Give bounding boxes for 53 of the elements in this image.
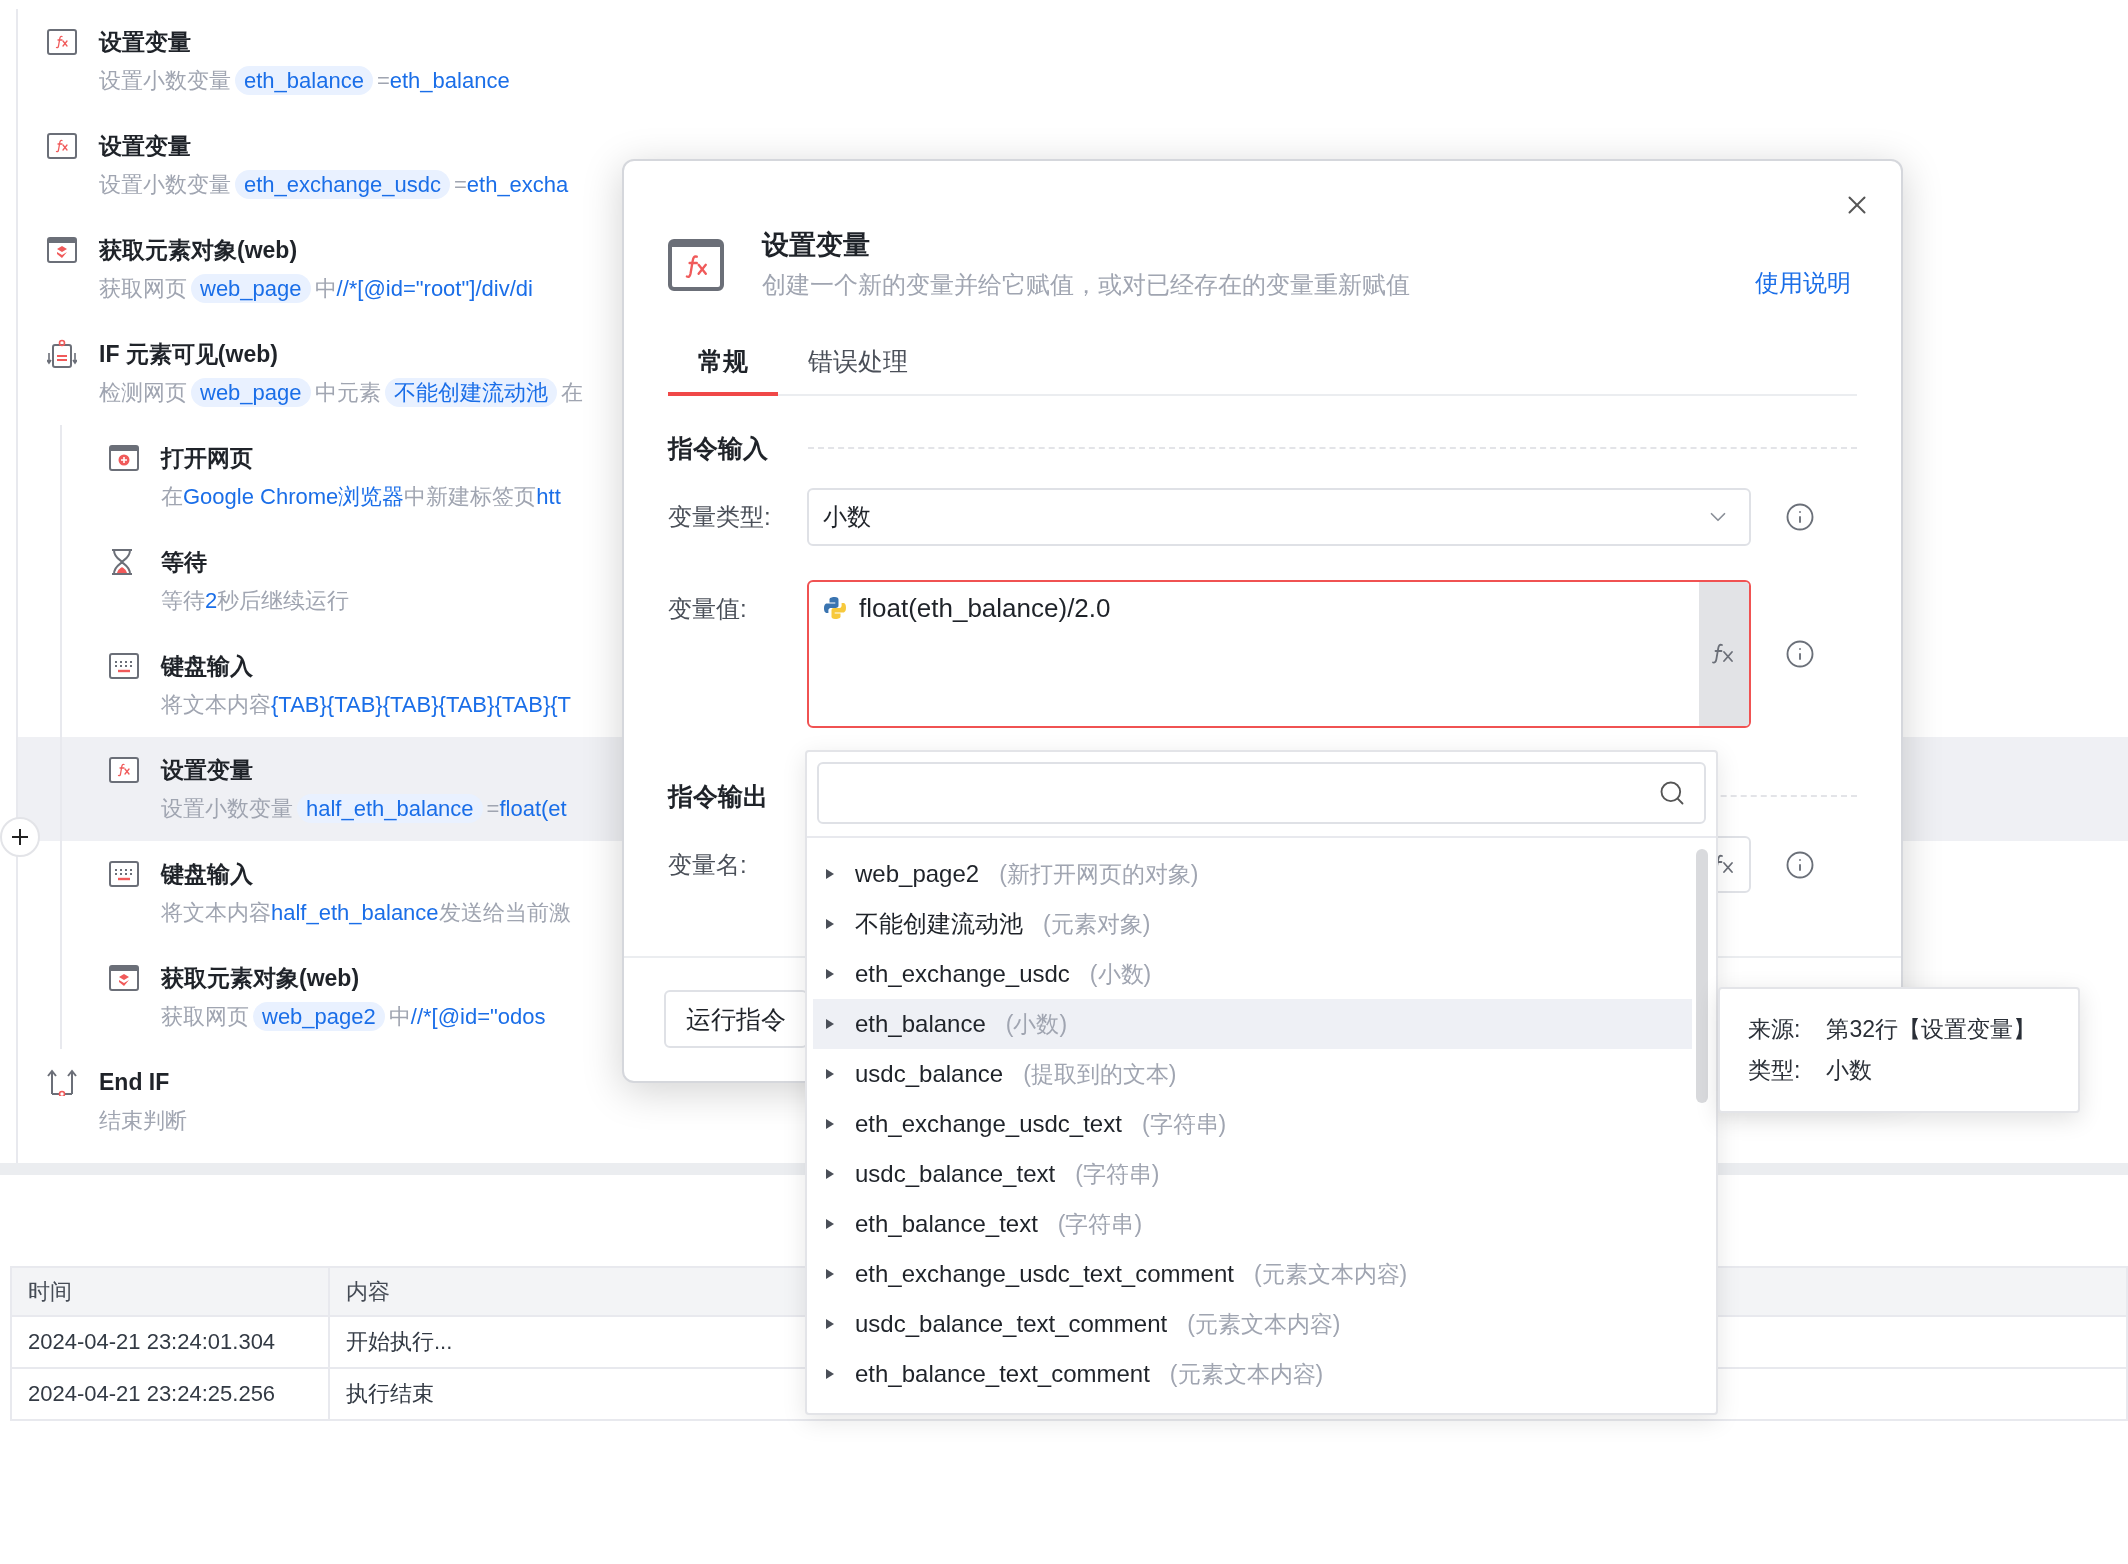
step-title: IF 元素可见(web) xyxy=(99,340,279,369)
step-description: 在Google Chrome浏览器中新建标签页htt xyxy=(161,483,561,511)
step-description: 获取网页 web_page 中//*[@id="root"]/div/di xyxy=(99,273,533,305)
variable-type: (新打开网页的对象) xyxy=(999,859,1199,889)
step-description: 设置小数变量 eth_exchange_usdc =eth_excha xyxy=(99,169,569,201)
tooltip-value: 第32行【设置变量】 xyxy=(1826,1015,2036,1044)
variable-name: usdc_balance_text xyxy=(855,1160,1056,1188)
step-description: 等待2秒后继续运行 xyxy=(161,587,350,615)
step-title: End IF xyxy=(99,1068,171,1097)
table-cell: 2024-04-21 23:24:01.304 xyxy=(12,1317,330,1369)
variable-name: eth_balance_text xyxy=(855,1210,1038,1238)
step-description: 将文本内容{TAB}{TAB}{TAB}{TAB}{TAB}{T xyxy=(161,691,572,719)
step-title: 设置变量 xyxy=(99,28,192,57)
variable-type: (字符串) xyxy=(1075,1159,1160,1189)
table-cell: 2024-04-21 23:24:25.256 xyxy=(12,1369,330,1421)
dialog-title: 设置变量 xyxy=(762,229,871,262)
step-description: 检测网页 web_page 中元素 不能创建流动池 在 xyxy=(99,377,583,409)
variable-type: (元素对象) xyxy=(1043,909,1151,939)
variable-type: (字符串) xyxy=(1141,1109,1227,1139)
step-title: 键盘输入 xyxy=(161,860,254,889)
tooltip-label: 类型: xyxy=(1748,1056,1801,1085)
step-title: 键盘输入 xyxy=(161,652,254,681)
variable-name: web_page2 xyxy=(855,860,980,888)
step-title: 设置变量 xyxy=(99,132,192,161)
tooltip-value: 小数 xyxy=(1826,1056,1874,1085)
dialog-subtitle: 创建一个新的变量并给它赋值，或对已经存在的变量重新赋值 xyxy=(762,270,1411,300)
step-description: 设置小数变量 eth_balance =eth_balance xyxy=(99,65,510,97)
variable-type: (小数) xyxy=(1005,1009,1068,1039)
step-description: 将文本内容half_eth_balance发送给当前激 xyxy=(161,899,571,927)
variable-name: eth_balance xyxy=(855,1010,986,1038)
variable-name: 不能创建流动池 xyxy=(855,909,1023,939)
step-title: 等待 xyxy=(161,548,208,577)
expression-text: float(eth_balance)/2.0 xyxy=(859,592,1111,624)
step-description: 设置小数变量 half_eth_balance =float(et xyxy=(161,793,567,825)
variable-name: eth_exchange_usdc xyxy=(855,960,1070,988)
variable-type: (小数) xyxy=(1089,959,1152,989)
section-title: 指令输出 xyxy=(668,780,768,812)
variable-type: (提取到的文本) xyxy=(1023,1059,1177,1089)
variable-name: usdc_balance xyxy=(855,1060,1004,1088)
column-header: 时间 xyxy=(12,1268,330,1317)
step-title: 打开网页 xyxy=(161,444,254,473)
field-label: 变量名: xyxy=(668,850,748,880)
step-description: 获取网页 web_page2 中//*[@id="odos xyxy=(161,1001,546,1033)
variable-type: (字符串) xyxy=(1057,1209,1143,1239)
step-title: 获取元素对象(web) xyxy=(99,236,299,265)
field-label: 变量值: xyxy=(668,594,748,624)
step-title: 设置变量 xyxy=(161,756,254,785)
section-title: 指令输入 xyxy=(668,432,768,464)
field-label: 变量类型: xyxy=(668,502,772,532)
variable-name: eth_exchange_usdc_text xyxy=(855,1110,1122,1138)
step-description: 结束判断 xyxy=(99,1107,187,1135)
step-title: 获取元素对象(web) xyxy=(161,964,361,993)
tooltip-label: 来源: xyxy=(1748,1015,1801,1044)
